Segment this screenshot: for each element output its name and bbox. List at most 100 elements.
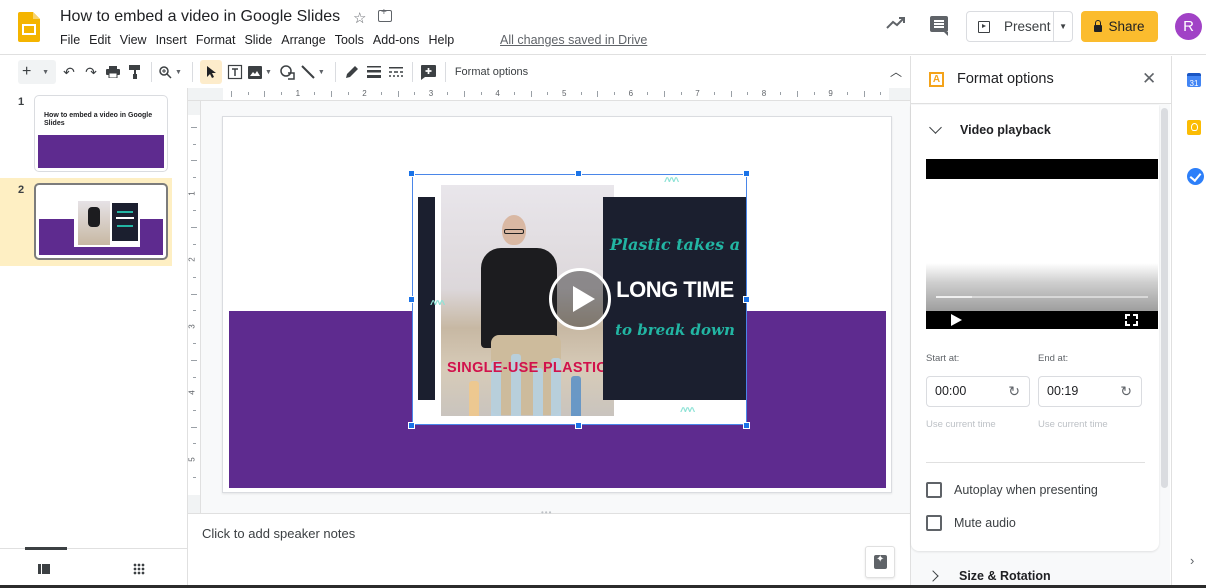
line-button[interactable]: ▼ xyxy=(301,60,328,84)
toolbar: + ▼ ↶ ↷ ▼ ▼ ▼ Format options ︿ xyxy=(0,56,910,88)
resize-handle-top-left[interactable] xyxy=(408,170,415,177)
drag-handle-icon[interactable]: ••• xyxy=(541,508,552,517)
resize-handle-right[interactable] xyxy=(743,296,750,303)
autoplay-label: Autoplay when presenting xyxy=(954,483,1098,497)
format-options-button[interactable]: Format options xyxy=(455,60,528,84)
print-icon xyxy=(106,66,120,78)
keep-icon[interactable] xyxy=(1187,120,1201,135)
ruler-tick xyxy=(863,91,865,97)
text-box-button[interactable] xyxy=(226,60,244,84)
menu-edit[interactable]: Edit xyxy=(89,33,111,47)
autoplay-checkbox[interactable] xyxy=(926,482,942,498)
slide-thumbnail[interactable]: How to embed a video in Google Slides xyxy=(34,95,168,172)
menu-arrange[interactable]: Arrange xyxy=(281,33,325,47)
mute-audio-option[interactable]: Mute audio xyxy=(926,515,1016,531)
toolbar-divider xyxy=(411,62,413,82)
menu-insert[interactable]: Insert xyxy=(156,33,187,47)
horizontal-ruler[interactable]: 1 2 3 4 5 6 7 8 9 xyxy=(188,88,910,101)
menu-bar: File Edit View Insert Format Slide Arran… xyxy=(60,33,463,47)
use-current-time-start[interactable]: Use current time xyxy=(926,419,996,430)
resize-handle-bottom-left[interactable] xyxy=(408,422,415,429)
use-current-time-end[interactable]: Use current time xyxy=(1038,419,1108,430)
zoom-button[interactable]: ▼ xyxy=(159,60,185,84)
star-icon[interactable]: ☆ xyxy=(353,9,366,27)
ruler-label: 2 xyxy=(187,257,197,262)
end-time-input[interactable]: 00:19 ↻ xyxy=(1038,376,1142,407)
chevron-down-icon: ▼ xyxy=(175,68,182,76)
speaker-notes-placeholder[interactable]: Click to add speaker notes xyxy=(202,526,355,541)
fullscreen-icon[interactable] xyxy=(1124,313,1139,329)
border-color-button[interactable] xyxy=(343,60,361,84)
ruler-tick xyxy=(193,276,196,278)
move-to-folder-icon[interactable] xyxy=(378,7,392,22)
play-icon[interactable] xyxy=(951,314,962,326)
slide[interactable]: SINGLE-USE PLASTICS Plastic takes a LONG… xyxy=(222,116,892,493)
undo-button[interactable]: ↶ xyxy=(60,60,78,84)
comments-icon[interactable] xyxy=(930,16,948,36)
ruler-tick xyxy=(680,92,682,95)
video-preview-player[interactable] xyxy=(926,159,1158,329)
resize-handle-top[interactable] xyxy=(575,170,582,177)
close-icon[interactable]: ✕ xyxy=(1142,69,1156,89)
present-button[interactable]: Present xyxy=(967,12,1055,41)
document-title[interactable]: How to embed a video in Google Slides xyxy=(60,8,340,26)
lock-icon xyxy=(1094,20,1103,32)
menu-slide[interactable]: Slide xyxy=(244,33,272,47)
add-comment-button[interactable] xyxy=(420,60,438,84)
start-time-input[interactable]: 00:00 ↻ xyxy=(926,376,1030,407)
refresh-icon[interactable]: ↻ xyxy=(1008,377,1020,406)
share-button[interactable]: Share xyxy=(1081,11,1158,42)
mute-audio-checkbox[interactable] xyxy=(926,515,942,531)
resize-handle-bottom[interactable] xyxy=(575,422,582,429)
ruler-tick xyxy=(193,143,196,145)
slides-logo-icon[interactable] xyxy=(18,12,40,42)
filmstrip-view-icon[interactable] xyxy=(38,564,50,574)
paint-format-button[interactable] xyxy=(126,60,144,84)
shape-button[interactable] xyxy=(279,60,297,84)
redo-button[interactable]: ↷ xyxy=(82,60,100,84)
save-status-link[interactable]: All changes saved in Drive xyxy=(500,33,647,47)
resize-handle-top-right[interactable] xyxy=(743,170,750,177)
expand-icon[interactable]: › xyxy=(1190,553,1194,568)
resize-handle-left[interactable] xyxy=(408,296,415,303)
ruler-tick xyxy=(191,226,197,228)
speaker-notes[interactable]: Click to add speaker notes xyxy=(188,517,910,588)
slide-thumbnail[interactable] xyxy=(34,183,168,260)
menu-tools[interactable]: Tools xyxy=(335,33,364,47)
ruler-tick xyxy=(191,127,197,128)
section-divider xyxy=(926,462,1145,463)
section-title: Video playback xyxy=(960,123,1051,137)
explore-button[interactable] xyxy=(865,546,895,578)
refresh-icon[interactable]: ↻ xyxy=(1120,377,1132,406)
grid-view-icon[interactable] xyxy=(133,563,145,575)
vertical-ruler[interactable]: 1 2 3 4 5 xyxy=(188,101,201,513)
filmstrip-slide-1[interactable]: 1 How to embed a video in Google Slides xyxy=(0,90,172,178)
calendar-icon[interactable]: 31 xyxy=(1187,73,1201,88)
resize-handle-bottom-right[interactable] xyxy=(743,422,750,429)
video-playback-toggle[interactable]: Video playback xyxy=(929,121,1051,137)
slide-canvas-area: 123456789 12345 SINGLE-USE PLASTICS Plas… xyxy=(188,88,910,513)
new-slide-button[interactable]: + ▼ xyxy=(18,60,56,84)
border-dash-button[interactable] xyxy=(387,60,405,84)
zoom-icon xyxy=(159,65,172,79)
select-tool-button[interactable] xyxy=(199,60,222,84)
tasks-icon[interactable] xyxy=(1187,168,1204,185)
border-weight-button[interactable] xyxy=(365,60,383,84)
activity-icon[interactable] xyxy=(886,16,906,30)
print-button[interactable] xyxy=(104,60,122,84)
account-avatar[interactable]: R xyxy=(1175,13,1202,40)
menu-view[interactable]: View xyxy=(120,33,147,47)
ruler-tick xyxy=(464,91,466,97)
size-rotation-section-toggle[interactable]: Size & Rotation xyxy=(927,569,1051,583)
image-button[interactable]: ▼ xyxy=(247,60,275,84)
collapse-icon[interactable]: ︿ xyxy=(890,63,902,80)
video-progress-bar[interactable] xyxy=(936,296,1148,298)
panel-scrollbar[interactable] xyxy=(1161,108,1168,488)
menu-file[interactable]: File xyxy=(60,33,80,47)
menu-add-ons[interactable]: Add-ons xyxy=(373,33,420,47)
present-options-dropdown[interactable]: ▼ xyxy=(1054,22,1072,31)
menu-format[interactable]: Format xyxy=(196,33,236,47)
menu-help[interactable]: Help xyxy=(428,33,454,47)
filmstrip-slide-2[interactable]: 2 xyxy=(0,178,172,266)
autoplay-option[interactable]: Autoplay when presenting xyxy=(926,482,1098,498)
